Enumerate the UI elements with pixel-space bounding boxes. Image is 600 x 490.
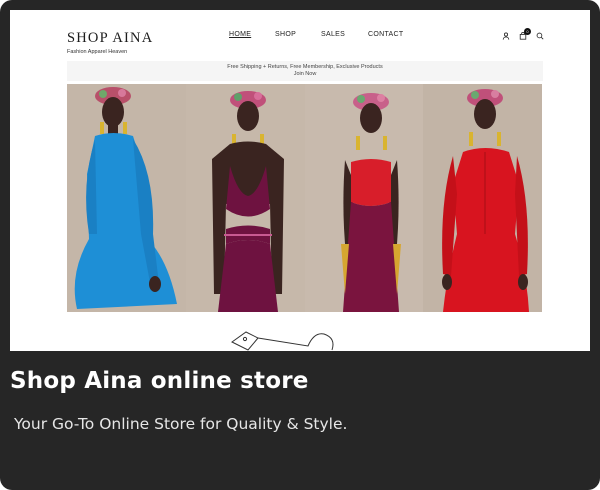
nav-contact[interactable]: CONTACT (368, 31, 403, 38)
hero-model-blue-dress (67, 84, 186, 312)
cart-count-badge: 0 (524, 28, 531, 35)
header-icons: 0 (502, 28, 544, 40)
search-icon[interactable] (536, 32, 544, 40)
nav-shop[interactable]: SHOP (275, 31, 296, 38)
card-title: Shop Aina online store (10, 368, 309, 394)
hero-model-red-dress (423, 84, 542, 312)
hero-model-red-plum-dress (304, 84, 424, 312)
tag-illustration (228, 328, 340, 351)
user-icon[interactable] (502, 32, 510, 40)
nav-sales[interactable]: SALES (321, 31, 345, 38)
hero-banner[interactable] (67, 84, 542, 312)
brand-tagline: Fashion Apparel Heaven (67, 49, 128, 55)
hero-model-plum-dress (185, 84, 305, 312)
promo-banner[interactable]: Free Shipping + Returns, Free Membership… (67, 61, 543, 81)
brand-name: SHOP AINA (67, 30, 154, 46)
project-card[interactable]: SHOP AINA Fashion Apparel Heaven HOME SH… (0, 0, 600, 490)
brand-logo[interactable]: SHOP AINA Fashion Apparel Heaven (67, 29, 153, 55)
website-screenshot[interactable]: SHOP AINA Fashion Apparel Heaven HOME SH… (10, 10, 590, 351)
cart-button[interactable]: 0 (519, 28, 531, 40)
card-subtitle: Your Go-To Online Store for Quality & St… (14, 415, 348, 433)
promo-join-link[interactable]: Join Now (67, 71, 543, 78)
nav-home[interactable]: HOME (229, 31, 251, 38)
